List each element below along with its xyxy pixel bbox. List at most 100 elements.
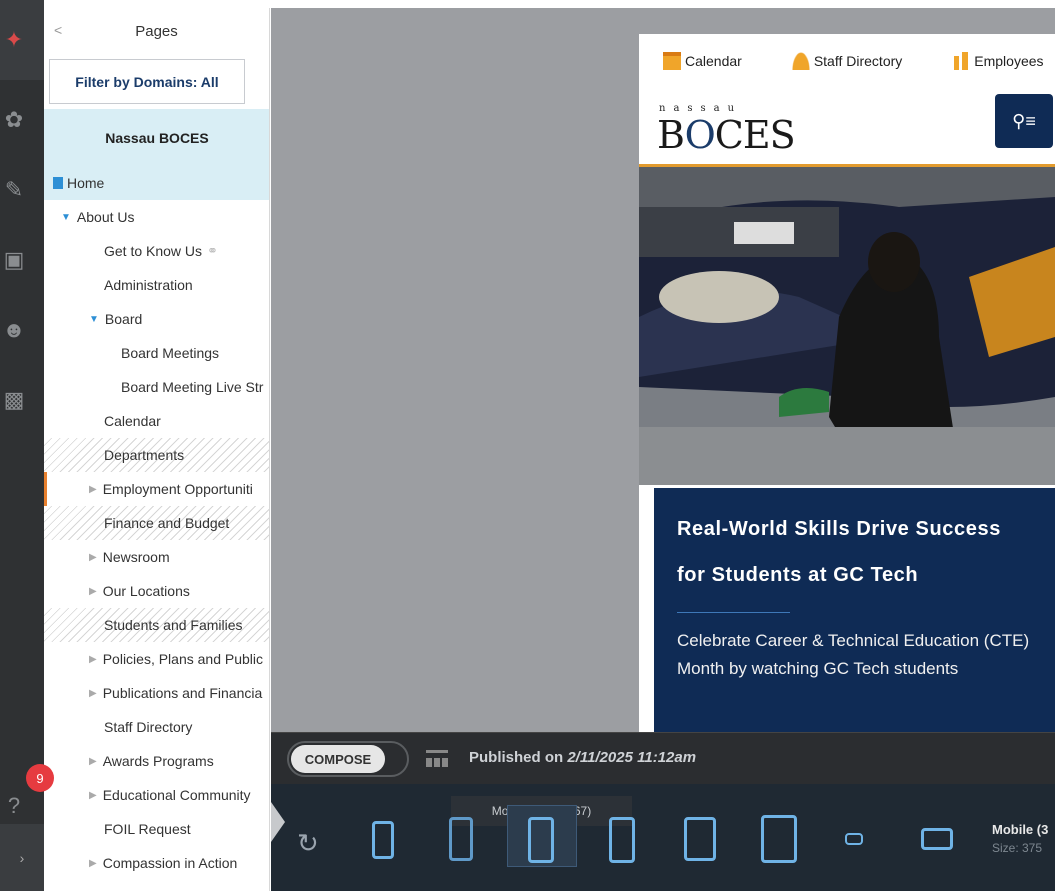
utility-link-staff[interactable]: Staff Directory bbox=[791, 51, 902, 70]
tree-item[interactable]: ▼ Board bbox=[44, 302, 269, 336]
tree-item-label: Board bbox=[104, 311, 143, 327]
device-selected-label: Mobile (3 bbox=[992, 822, 1049, 837]
tree-item[interactable]: Students and Families bbox=[44, 608, 269, 642]
published-date: 2/11/2025 11:12am bbox=[567, 749, 697, 766]
layout-icon[interactable] bbox=[426, 750, 448, 768]
drawer-handle[interactable] bbox=[271, 802, 285, 842]
mobile-preview[interactable]: Calendar Staff Directory Employees nassa… bbox=[639, 34, 1055, 732]
tree-item[interactable]: Home bbox=[44, 166, 269, 200]
page-tree: Nassau BOCES Home ▼ About Us Get to Know Us… bbox=[44, 109, 269, 891]
tree-item[interactable]: ▼ About Us bbox=[44, 200, 269, 234]
page-doc-icon bbox=[53, 177, 63, 189]
utility-link-calendar[interactable]: Calendar bbox=[663, 51, 742, 70]
utility-bar: Calendar Staff Directory Employees bbox=[639, 34, 1055, 87]
users-icon[interactable]: ☻ bbox=[0, 310, 28, 350]
tree-item[interactable]: ▶ Policies, Plans and Public bbox=[44, 642, 269, 676]
preview-canvas: Calendar Staff Directory Employees nassa… bbox=[271, 8, 1055, 732]
device-preview-bar: Mobile (375 x 667) ↻ Mobile (3 Size: 375 bbox=[271, 784, 1055, 891]
tree-item[interactable]: ▶ Newsroom bbox=[44, 540, 269, 574]
tree-item[interactable]: Departments bbox=[44, 438, 269, 472]
tree-item[interactable]: ▶ Compassion in Action bbox=[44, 846, 269, 880]
layout-icon[interactable]: ▣ bbox=[0, 240, 28, 280]
tree-item[interactable]: Finance and Budget bbox=[44, 506, 269, 540]
caret-right-icon[interactable]: ▶ bbox=[89, 756, 97, 767]
caret-down-icon[interactable]: ▼ bbox=[89, 314, 99, 325]
device-tablet-large-icon[interactable] bbox=[761, 815, 797, 863]
tree-item[interactable]: ▶ Awards Programs bbox=[44, 744, 269, 778]
tree-item-label: Educational Community bbox=[102, 787, 251, 803]
tree-item-label: Our Locations bbox=[102, 583, 190, 599]
tree-item-label: Publications and Financia bbox=[102, 685, 263, 701]
help-icon[interactable]: ? bbox=[0, 786, 28, 826]
published-status: Published on 2/11/2025 11:12am bbox=[469, 749, 696, 766]
tree-item[interactable]: ▼Services for Districts bbox=[44, 880, 269, 891]
site-header: nassau BOCES ⚲≡ bbox=[639, 87, 1055, 167]
published-prefix: Published on bbox=[469, 749, 568, 766]
device-phone-mobile-icon[interactable] bbox=[528, 817, 554, 863]
tree-item-label: Board Meetings bbox=[121, 345, 220, 361]
tree-site-root[interactable]: Nassau BOCES bbox=[44, 109, 269, 166]
tree-item-label: Policies, Plans and Public bbox=[102, 651, 264, 667]
caret-right-icon[interactable]: ▶ bbox=[89, 790, 97, 801]
tree-item[interactable]: Calendar bbox=[44, 404, 269, 438]
device-desktop-icon[interactable] bbox=[921, 828, 953, 850]
edit-icon[interactable]: ✎ bbox=[0, 170, 28, 210]
tree-item-label: Calendar bbox=[104, 413, 161, 429]
search-menu-button[interactable]: ⚲≡ bbox=[995, 94, 1053, 148]
device-phone-medium-icon[interactable] bbox=[449, 817, 473, 861]
device-laptop-icon[interactable] bbox=[845, 833, 863, 845]
tree-item-label: Finance and Budget bbox=[104, 515, 230, 531]
tree-item[interactable]: FOIL Request bbox=[44, 812, 269, 846]
caret-down-icon[interactable]: ▼ bbox=[61, 212, 71, 223]
tree-item-label: Administration bbox=[104, 277, 193, 293]
story-headline[interactable]: Real-World Skills Drive Success for Stud… bbox=[677, 506, 1033, 598]
caret-right-icon[interactable]: ▶ bbox=[89, 858, 97, 869]
caret-right-icon[interactable]: ▶ bbox=[89, 552, 97, 563]
tree-item[interactable]: ▶ Our Locations bbox=[44, 574, 269, 608]
notification-badge[interactable]: 9 bbox=[26, 764, 54, 792]
site-logo[interactable]: BOCES bbox=[657, 113, 796, 157]
caret-right-icon[interactable]: ▶ bbox=[89, 586, 97, 597]
utility-link-label: Employees bbox=[974, 52, 1044, 69]
utility-link-employees[interactable]: Employees bbox=[952, 51, 1044, 70]
caret-right-icon[interactable]: ▶ bbox=[89, 654, 97, 665]
refresh-icon[interactable]: ↻ bbox=[297, 828, 319, 859]
leaf-icon[interactable]: ✿ bbox=[0, 100, 28, 140]
utility-link-label: Calendar bbox=[685, 52, 742, 69]
tree-item[interactable]: Staff Directory bbox=[44, 710, 269, 744]
tree-item-label: Board Meeting Live Str bbox=[121, 379, 264, 395]
tree-item[interactable]: Get to Know Us ⚭ bbox=[44, 234, 269, 268]
tree-item[interactable]: ▶ Publications and Financia bbox=[44, 676, 269, 710]
search-menu-icon: ⚲≡ bbox=[1012, 110, 1036, 131]
tree-item[interactable]: Administration bbox=[44, 268, 269, 302]
calendar-icon bbox=[663, 51, 681, 70]
tree-item[interactable]: ▶ Employment Opportuniti bbox=[44, 472, 269, 506]
tree-item[interactable]: Board Meeting Live Str bbox=[44, 370, 269, 404]
filter-domains-button[interactable]: Filter by Domains: All bbox=[49, 59, 245, 104]
pages-header: < Pages bbox=[44, 8, 269, 58]
link-icon: ⚭ bbox=[207, 243, 218, 258]
caret-right-icon[interactable]: ▶ bbox=[89, 688, 97, 699]
expand-rail-icon[interactable]: › bbox=[0, 824, 44, 891]
hero-image bbox=[639, 167, 1055, 485]
caret-right-icon[interactable]: ▶ bbox=[89, 484, 97, 495]
pages-title: Pages bbox=[135, 23, 178, 40]
archive-icon[interactable]: ▩ bbox=[0, 380, 28, 420]
device-selected-size: Size: 375 bbox=[992, 841, 1043, 855]
device-phone-small-icon[interactable] bbox=[372, 821, 394, 859]
compose-button[interactable]: COMPOSE bbox=[291, 745, 385, 773]
compose-toggle[interactable]: COMPOSE bbox=[287, 741, 409, 777]
rail-brand-area: ✦ bbox=[0, 0, 44, 80]
tree-item-label: Compassion in Action bbox=[102, 855, 238, 871]
left-rail: ✦ ✿ ✎ ▣ ☻ ▩ ? 9 › bbox=[0, 0, 54, 891]
tree-item-label: Staff Directory bbox=[104, 719, 193, 735]
device-phone-large-icon[interactable] bbox=[609, 817, 635, 863]
featured-story-card[interactable]: Real-World Skills Drive Success for Stud… bbox=[654, 488, 1055, 732]
story-divider bbox=[677, 612, 790, 613]
brand-logo-icon: ✦ bbox=[4, 27, 24, 52]
tree-item[interactable]: ▶ Educational Community bbox=[44, 778, 269, 812]
tree-item-label: Students and Families bbox=[104, 617, 243, 633]
tree-item[interactable]: Board Meetings bbox=[44, 336, 269, 370]
tree-item-label: Home bbox=[67, 175, 105, 191]
device-tablet-small-icon[interactable] bbox=[684, 817, 716, 861]
